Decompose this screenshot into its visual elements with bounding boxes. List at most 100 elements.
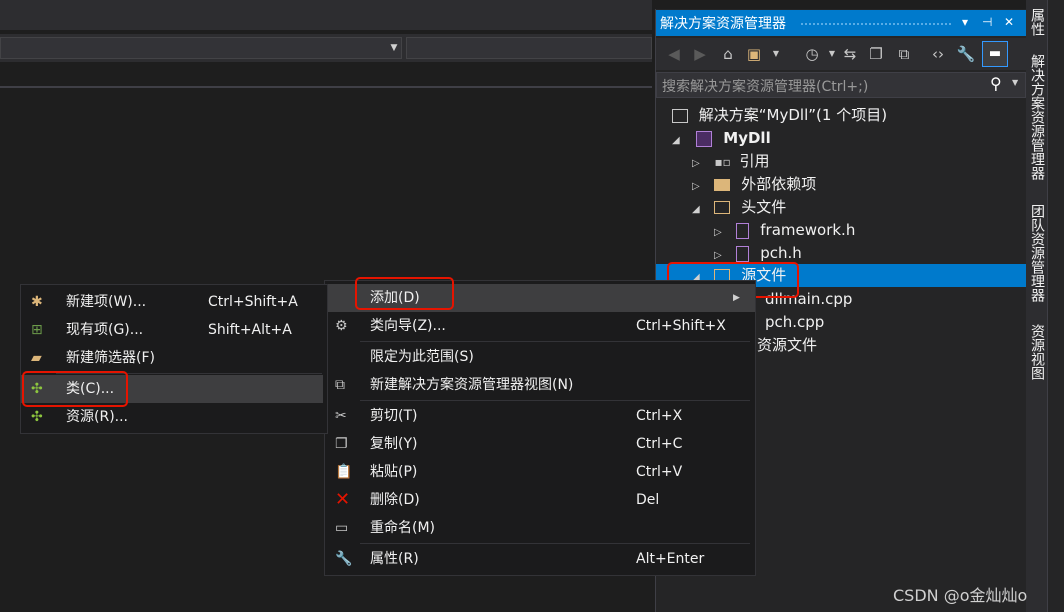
search-icon[interactable]: ⚲ [990, 74, 1002, 93]
tree-item-resource-files[interactable]: 资源文件 [757, 334, 817, 357]
menu-label: 现有项(G)... [66, 322, 144, 338]
submenu-item-existing-item[interactable]: ⊞ 现有项(G)... Shift+Alt+A [21, 316, 327, 344]
collapsed-arrow-icon[interactable]: ▷ [692, 181, 700, 192]
existing-item-icon: ⊞ [31, 322, 43, 338]
switch-views-icon[interactable]: ▣ [742, 42, 766, 66]
highlight-box-class [22, 371, 128, 407]
highlight-box-add [355, 277, 454, 310]
menu-label: 类向导(Z)... [370, 318, 446, 334]
menu-item-delete[interactable]: ✕ 删除(D) Del [325, 486, 755, 514]
forward-icon[interactable]: ▶ [688, 42, 712, 66]
tab-team-explorer[interactable]: 团队资源管理器 [1027, 204, 1047, 302]
rename-icon: ▭ [335, 520, 349, 536]
menu-shortcut: Shift+Alt+A [208, 322, 292, 338]
tree-label: framework.h [760, 221, 856, 239]
menu-shortcut: Ctrl+V [636, 464, 683, 480]
tree-item-solution[interactable]: 解决方案“MyDll”(1 个项目) [672, 104, 887, 127]
menu-shortcut: Del [636, 492, 660, 508]
menu-separator [360, 341, 750, 342]
scissors-icon: ✂ [335, 408, 347, 424]
close-icon[interactable]: ✕ [1004, 13, 1014, 31]
expanded-arrow-icon[interactable]: ◢ [692, 204, 700, 215]
pin-icon[interactable]: ⊣ [982, 13, 992, 31]
solution-explorer-title: 解决方案资源管理器 [660, 16, 786, 32]
menu-label: 新建筛选器(F) [66, 350, 155, 366]
tab-properties[interactable]: 属性 [1027, 8, 1047, 36]
tab-solution-explorer[interactable]: 解决方案资源管理器 [1027, 54, 1047, 180]
tree-label: 解决方案“MyDll”(1 个项目) [698, 106, 888, 124]
header-file-icon [736, 245, 750, 262]
chevron-down-icon[interactable]: ▼ [764, 42, 788, 66]
menu-label: 复制(Y) [370, 436, 418, 452]
menu-item-paste[interactable]: 📋 粘贴(P) Ctrl+V [325, 458, 755, 486]
menu-label: 资源(R)... [66, 409, 129, 425]
chevron-down-icon[interactable]: ▼ [1012, 78, 1018, 87]
tree-label: 外部依赖项 [741, 175, 817, 193]
show-all-files-icon[interactable]: ⧉ [892, 42, 916, 66]
menu-item-new-view[interactable]: ⧉ 新建解决方案资源管理器视图(N) [325, 371, 755, 399]
tree-item-header-files[interactable]: ◢ 头文件 [692, 196, 786, 219]
menu-label: 新建项(W)... [66, 294, 147, 310]
back-icon[interactable]: ◀ [662, 42, 686, 66]
tree-item-external-deps[interactable]: ▷ 外部依赖项 [692, 173, 816, 196]
menu-shortcut: Ctrl+C [636, 436, 683, 452]
menu-item-cut[interactable]: ✂ 剪切(T) Ctrl+X [325, 402, 755, 430]
menu-label: 重命名(M) [370, 520, 436, 536]
tree-label: 引用 [739, 152, 770, 170]
title-bar [0, 0, 652, 30]
watermark: CSDN @o金灿灿o [893, 586, 1028, 605]
tree-item-project[interactable]: ◢ MyDll [672, 127, 771, 150]
submenu-item-new-filter[interactable]: ▰ 新建筛选器(F) [21, 344, 327, 372]
right-edge [1048, 0, 1064, 612]
project-dropdown[interactable] [0, 37, 402, 59]
menu-label: 删除(D) [370, 492, 420, 508]
collapsed-arrow-icon[interactable]: ▷ [714, 250, 722, 261]
tree-label: MyDll [723, 129, 771, 147]
new-item-icon: ✱ [31, 294, 43, 310]
collapse-all-icon[interactable]: ❐ [864, 42, 888, 66]
tree-item-framework-h[interactable]: ▷ framework.h [714, 219, 855, 242]
tree-label: 头文件 [741, 198, 787, 216]
wrench-icon: 🔧 [335, 551, 353, 567]
menu-item-copy[interactable]: ❐ 复制(Y) Ctrl+C [325, 430, 755, 458]
filter-folder-icon [714, 201, 731, 214]
expanded-arrow-icon[interactable]: ◢ [672, 135, 680, 146]
properties-wrench-icon[interactable]: 🔧 [954, 42, 978, 66]
chevron-down-icon[interactable]: ▼ [388, 41, 400, 55]
home-icon[interactable]: ⌂ [716, 42, 740, 66]
menu-label: 剪切(T) [370, 408, 418, 424]
new-view-icon: ⧉ [335, 377, 345, 393]
menu-item-scope[interactable]: 限定为此范围(S) [325, 343, 755, 371]
add-resource-icon: ✣ [31, 409, 43, 425]
menu-label: 新建解决方案资源管理器视图(N) [370, 377, 574, 393]
cpp-project-icon [696, 130, 713, 147]
sync-icon[interactable]: ⇆ [838, 42, 862, 66]
delete-x-icon: ✕ [335, 489, 351, 510]
tree-item-references[interactable]: ▷ ▪▫ 引用 [692, 150, 770, 173]
solution-icon [672, 108, 688, 123]
new-folder-icon: ▰ [31, 350, 42, 366]
menu-shortcut: Ctrl+X [636, 408, 683, 424]
header-file-icon [736, 222, 750, 239]
preview-selected-icon[interactable]: ▬ [982, 41, 1008, 67]
view-code-icon[interactable]: ‹› [926, 42, 950, 66]
submenu-item-resource[interactable]: ✣ 资源(R)... [21, 403, 327, 431]
menu-shortcut: Ctrl+Shift+X [636, 318, 726, 334]
menu-item-properties[interactable]: 🔧 属性(R) Alt+Enter [325, 545, 755, 573]
menu-shortcut: Ctrl+Shift+A [208, 294, 298, 310]
collapsed-arrow-icon[interactable]: ▷ [714, 227, 722, 238]
window-position-icon[interactable]: ▾ [962, 13, 968, 31]
tree-item-pch-cpp[interactable]: pch.cpp [765, 311, 824, 334]
member-dropdown[interactable] [406, 37, 652, 59]
menu-item-class-wizard[interactable]: ⚙ 类向导(Z)... Ctrl+Shift+X [325, 312, 755, 340]
menu-separator [360, 400, 750, 401]
search-placeholder: 搜索解决方案资源管理器(Ctrl+;) [662, 79, 869, 95]
references-icon: ▪▫ [714, 155, 731, 169]
collapsed-arrow-icon[interactable]: ▷ [692, 158, 700, 169]
folder-icon [714, 178, 731, 191]
submenu-item-new-item[interactable]: ✱ 新建项(W)... Ctrl+Shift+A [21, 288, 327, 316]
menu-item-rename[interactable]: ▭ 重命名(M) [325, 514, 755, 542]
tab-resource-view[interactable]: 资源视图 [1027, 324, 1047, 380]
menu-separator [360, 543, 750, 544]
title-grip[interactable] [800, 22, 952, 26]
